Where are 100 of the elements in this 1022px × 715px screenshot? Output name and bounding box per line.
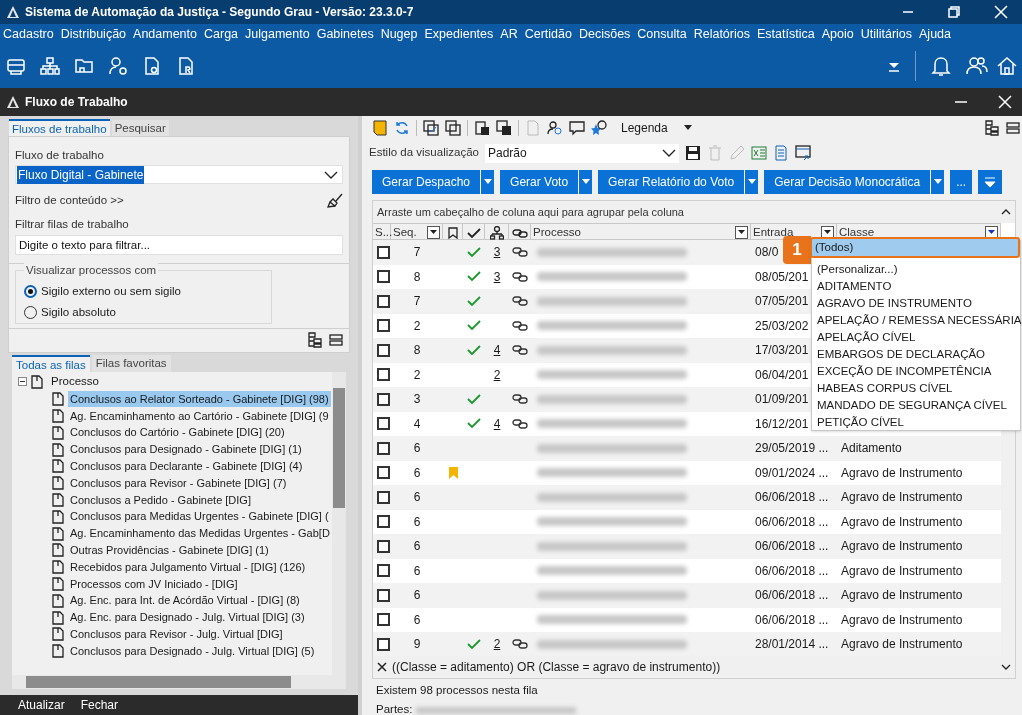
home-icon[interactable]: [996, 55, 1018, 77]
row-checkbox[interactable]: [377, 245, 390, 259]
row-checkbox[interactable]: [377, 270, 390, 284]
menu-item[interactable]: Consulta: [637, 24, 687, 44]
tree-item[interactable]: Conclusos para Declarante - Gabinete [DIG] (4): [68, 458, 305, 475]
menu-item[interactable]: Relatórios: [693, 24, 750, 44]
filter-dropdown-button[interactable]: [427, 226, 440, 240]
folder-icon[interactable]: [74, 56, 94, 76]
legend-dropdown[interactable]: Legenda: [621, 119, 668, 137]
column-header[interactable]: Processo: [533, 224, 581, 242]
menu-item[interactable]: Cadastro: [3, 24, 54, 44]
content-filter-link[interactable]: Filtro de conteúdo >>: [15, 192, 124, 210]
more-button[interactable]: ...: [950, 170, 973, 194]
user-settings-icon[interactable]: [108, 56, 128, 76]
row-checkbox[interactable]: [377, 343, 390, 357]
radio-option[interactable]: Sigilo absoluto: [24, 304, 271, 322]
tree-item[interactable]: Ag. Enc. para Designado - Julg. Virtual [DIG] (3): [68, 609, 307, 626]
tree-view-icon[interactable]: [307, 332, 323, 349]
row-checkbox[interactable]: [377, 637, 390, 651]
list-view-icon[interactable]: [1006, 121, 1020, 135]
tab[interactable]: Fluxos de trabalho: [9, 119, 110, 136]
dropdown-option[interactable]: (Todos): [810, 237, 1020, 258]
dropdown-option[interactable]: MANDADO DE SEGURANÇA CÍVEL: [812, 396, 1020, 413]
dropdown-option[interactable]: HABEAS CORPUS CÍVEL: [812, 379, 1020, 396]
row-checkbox[interactable]: [377, 294, 390, 308]
menu-item[interactable]: Apoio: [821, 24, 854, 44]
chevron-up-icon[interactable]: [1001, 208, 1011, 216]
row-checkbox[interactable]: [377, 490, 390, 504]
tree-item[interactable]: Conclusos para Revisor - Gabinete [DIG] (7): [68, 474, 289, 492]
select-all-icon[interactable]: [423, 120, 439, 136]
dropdown-option[interactable]: APELAÇÃO CÍVEL: [812, 328, 1020, 345]
collapse-button[interactable]: [978, 170, 1003, 194]
radio-option[interactable]: Sigilo externo ou sem sigilo: [24, 282, 271, 300]
link-icon[interactable]: [512, 320, 528, 331]
count-link[interactable]: 4: [493, 414, 501, 433]
menu-item[interactable]: Certidão: [524, 24, 572, 44]
row-checkbox[interactable]: [377, 539, 390, 553]
pin-star-icon[interactable]: [591, 120, 607, 136]
comment-icon[interactable]: [569, 120, 585, 136]
window-export-icon[interactable]: [794, 145, 811, 161]
tree-item[interactable]: Conclusos a Pedido - Gabinete [DIG]: [68, 491, 253, 509]
link-icon[interactable]: [512, 296, 528, 307]
copy-icon[interactable]: [445, 120, 461, 136]
menu-item[interactable]: Decisões: [578, 24, 631, 44]
row-checkbox[interactable]: [377, 466, 390, 480]
scrollbar[interactable]: [12, 675, 346, 689]
menu-item[interactable]: Distribuição: [60, 24, 127, 44]
row-checkbox[interactable]: [377, 368, 390, 382]
column-header[interactable]: S...: [375, 224, 393, 242]
row-checkbox[interactable]: [377, 588, 390, 602]
document-icon[interactable]: [142, 56, 162, 76]
tree-item[interactable]: Processo: [51, 373, 99, 391]
dropdown-option[interactable]: ADITAMENTO: [812, 277, 1020, 294]
dropdown-option[interactable]: APELAÇÃO / REMESSA NECESSÁRIA: [812, 311, 1020, 328]
footer-button[interactable]: Fechar: [80, 696, 119, 714]
count-link[interactable]: 3: [493, 267, 501, 286]
count-link[interactable]: 2: [493, 635, 501, 654]
radio-button[interactable]: [24, 284, 37, 298]
link-icon[interactable]: [512, 271, 528, 282]
link-icon[interactable]: [512, 345, 528, 356]
chevron-down-icon[interactable]: [1001, 663, 1011, 671]
scrollbar[interactable]: [332, 371, 346, 675]
tab[interactable]: Pesquisar: [111, 120, 169, 136]
users-icon[interactable]: [966, 55, 988, 77]
tree-item[interactable]: Ag. Enc. para Int. de Acórdão Virtual - [DIG] (8): [68, 592, 302, 609]
column-header[interactable]: Seq.: [393, 224, 417, 242]
workflow-select[interactable]: Fluxo Digital - Gabinete: [15, 165, 343, 185]
list-view-icon[interactable]: [329, 333, 343, 348]
menu-item[interactable]: Expedientes: [424, 24, 494, 44]
menu-item[interactable]: Utilitários: [860, 24, 913, 44]
footer-button[interactable]: Atualizar: [18, 696, 65, 714]
count-link[interactable]: 3: [493, 243, 501, 262]
menu-item[interactable]: AR: [500, 24, 518, 44]
restore-icon[interactable]: [948, 6, 960, 18]
tree-item[interactable]: Conclusos do Cartório - Gabinete [DIG] (20): [68, 424, 287, 441]
menu-item[interactable]: Nugep: [380, 24, 418, 44]
spreadsheet-icon[interactable]: [750, 145, 767, 161]
tab[interactable]: Filas favoritas: [91, 354, 171, 372]
dropdown-option[interactable]: AGRAVO DE INSTRUMENTO: [812, 294, 1020, 311]
caret-icon[interactable]: [683, 125, 692, 131]
row-checkbox[interactable]: [377, 613, 390, 627]
tab[interactable]: Todas as filas: [12, 354, 90, 372]
row-checkbox[interactable]: [377, 441, 390, 455]
dropdown-option[interactable]: EXCEÇÃO DE INCOMPETÊNCIA: [812, 362, 1020, 379]
menu-item[interactable]: Gabinetes: [316, 24, 374, 44]
dropdown-option[interactable]: (Personalizar...): [812, 260, 1020, 277]
filter-dropdown-button[interactable]: [735, 226, 748, 240]
tree-item[interactable]: Ag. Encaminhamento ao Cartório - Gabinete [DIG] (9: [68, 407, 331, 425]
menu-item[interactable]: Andamento: [133, 24, 197, 44]
sticky-note-icon[interactable]: [372, 120, 388, 136]
tree-item[interactable]: Outras Providências - Gabinete [DIG] (1): [68, 542, 271, 559]
link-icon[interactable]: [512, 394, 528, 405]
row-checkbox[interactable]: [377, 417, 390, 431]
link-icon[interactable]: [512, 418, 528, 429]
menu-item[interactable]: Carga: [204, 24, 239, 44]
count-link[interactable]: 2: [493, 365, 501, 384]
tree-item[interactable]: Recebidos para Julgamento Virtual - [DIG] (126): [68, 558, 308, 576]
count-link[interactable]: 4: [493, 341, 501, 360]
dropdown-option[interactable]: EMBARGOS DE DECLARAÇÃO: [812, 345, 1020, 362]
menu-item[interactable]: Estatística: [756, 24, 815, 44]
